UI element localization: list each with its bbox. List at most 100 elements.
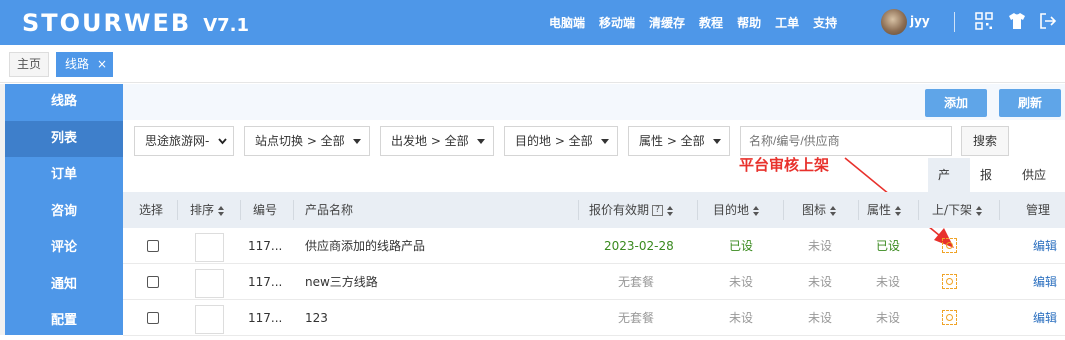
tab-suppliers[interactable]: 供应商 [1012,158,1065,216]
col-id: 编号 [253,203,278,217]
logo: STOURWEB V7.1 [22,9,250,37]
row-validity: 无套餐 [618,311,655,325]
col-attribute[interactable]: 属性 [867,192,902,228]
col-order[interactable]: 排序 [190,192,225,228]
row-checkbox[interactable] [147,312,159,324]
edit-link[interactable]: 编辑 [1033,228,1057,264]
row-id: 117... [248,311,283,325]
order-input[interactable] [195,305,224,334]
col-destination[interactable]: 目的地 [713,192,760,228]
shelf-toggle-icon[interactable] [942,274,957,289]
toolbar: 添加 刷新 [123,84,1065,120]
tab-quotes[interactable]: 报价 [970,158,1012,216]
nav-clear-cache[interactable]: 清缓存 [649,14,685,31]
username[interactable]: jyy [910,14,930,28]
sort-icon[interactable] [830,205,837,216]
row-checkbox[interactable] [147,276,159,288]
nav-ticket[interactable]: 工单 [775,14,799,31]
avatar[interactable] [881,9,907,35]
sidebar-item-orders[interactable]: 订单 [5,157,123,194]
sort-icon[interactable] [667,205,674,216]
row-name: 供应商添加的线路产品 [305,239,426,253]
tab-lines[interactable]: 线路 × [56,52,113,77]
version-label: V7.1 [203,15,250,36]
tab-home[interactable]: 主页 [9,52,49,77]
tab-products[interactable]: 产品 [928,158,970,216]
col-validity[interactable]: 报价有效期? [589,192,674,228]
row-name: new三方线路 [305,275,378,289]
row-destination[interactable]: 未设 [729,264,753,300]
row-checkbox[interactable] [147,240,159,252]
shirt-icon[interactable] [1008,12,1026,30]
row-attribute[interactable]: 未设 [876,264,900,300]
table-header: 选择 排序 编号 产品名称 报价有效期? 目的地 图标 属性 上/下架 管理 [123,192,1065,228]
table-row: 117... new三方线路 无套餐 未设 未设 未设 编辑 [123,264,1065,300]
nav-desktop[interactable]: 电脑端 [549,14,585,31]
nav-tutorial[interactable]: 教程 [699,14,723,31]
shelf-toggle-icon[interactable] [942,310,957,325]
col-manage: 管理 [1026,203,1051,217]
qrcode-icon[interactable] [975,12,993,30]
refresh-button[interactable]: 刷新 [999,89,1061,117]
nav-support[interactable]: 支持 [813,14,837,31]
row-icon[interactable]: 未设 [808,300,832,336]
sidebar-item-config[interactable]: 配置 [5,303,123,340]
sidebar-item-list[interactable]: 列表 [5,120,123,157]
departure-filter[interactable]: 出发地 > 全部 [380,126,494,156]
main-content: 添加 刷新 思途旅游网- 站点切换 > 全部 出发地 > 全部 目的地 > 全部… [123,84,1065,336]
table-row: 117... 123 无套餐 未设 未设 未设 编辑 [123,300,1065,336]
sidebar-item-notices[interactable]: 通知 [5,267,123,304]
nav-mobile[interactable]: 移动端 [599,14,635,31]
page-tabs: 主页 线路 × [0,45,1065,83]
caret-down-icon [601,139,609,144]
sidebar-item-reviews[interactable]: 评论 [5,230,123,267]
search-input[interactable] [740,126,952,156]
station-filter[interactable]: 站点切换 > 全部 [244,126,370,156]
logout-icon[interactable] [1039,12,1057,30]
shelf-toggle-icon[interactable] [942,238,957,253]
sub-tabs: 产品 报价 供应商 [928,158,1065,216]
nav-help[interactable]: 帮助 [737,14,761,31]
edit-link[interactable]: 编辑 [1033,300,1057,336]
table-row: 117... 供应商添加的线路产品 2023-02-28 已设 未设 已设 编辑 [123,228,1065,264]
sort-icon[interactable] [218,205,225,216]
divider [954,12,955,32]
row-id: 117... [248,239,283,253]
caret-down-icon [353,139,361,144]
col-shelf[interactable]: 上/下架 [932,192,983,228]
sidebar: 线路 列表 订单 咨询 评论 通知 配置 [5,84,123,335]
annotation-text: 平台审核上架 [739,156,830,174]
row-validity: 无套餐 [618,275,655,289]
top-nav: 电脑端 移动端 清缓存 教程 帮助 工单 支持 [549,14,851,31]
row-validity: 2023-02-28 [604,239,674,253]
help-icon[interactable]: ? [652,205,664,216]
chevron-down-icon [218,138,227,145]
sidebar-item-inquiry[interactable]: 咨询 [5,194,123,231]
order-input[interactable] [195,233,224,262]
sidebar-item-lines[interactable]: 线路 [5,84,123,121]
attribute-filter[interactable]: 属性 > 全部 [628,126,730,156]
col-name: 产品名称 [305,203,354,217]
search-button[interactable]: 搜索 [961,126,1009,156]
row-destination[interactable]: 未设 [729,300,753,336]
top-bar: STOURWEB V7.1 电脑端 移动端 清缓存 教程 帮助 工单 支持 jyy [0,0,1065,45]
col-icon[interactable]: 图标 [802,192,837,228]
sort-icon[interactable] [895,205,902,216]
caret-down-icon [713,139,721,144]
sort-icon[interactable] [753,205,760,216]
site-select[interactable]: 思途旅游网- [134,126,234,156]
caret-down-icon [477,139,485,144]
row-attribute[interactable]: 已设 [876,228,900,264]
row-destination[interactable]: 已设 [729,228,753,264]
sort-icon[interactable] [976,205,983,216]
row-icon[interactable]: 未设 [808,228,832,264]
row-icon[interactable]: 未设 [808,264,832,300]
edit-link[interactable]: 编辑 [1033,264,1057,300]
row-attribute[interactable]: 未设 [876,300,900,336]
order-input[interactable] [195,269,224,298]
add-button[interactable]: 添加 [925,89,987,117]
close-icon[interactable]: × [97,52,107,77]
row-id: 117... [248,275,283,289]
row-name: 123 [305,311,328,325]
destination-filter[interactable]: 目的地 > 全部 [504,126,618,156]
